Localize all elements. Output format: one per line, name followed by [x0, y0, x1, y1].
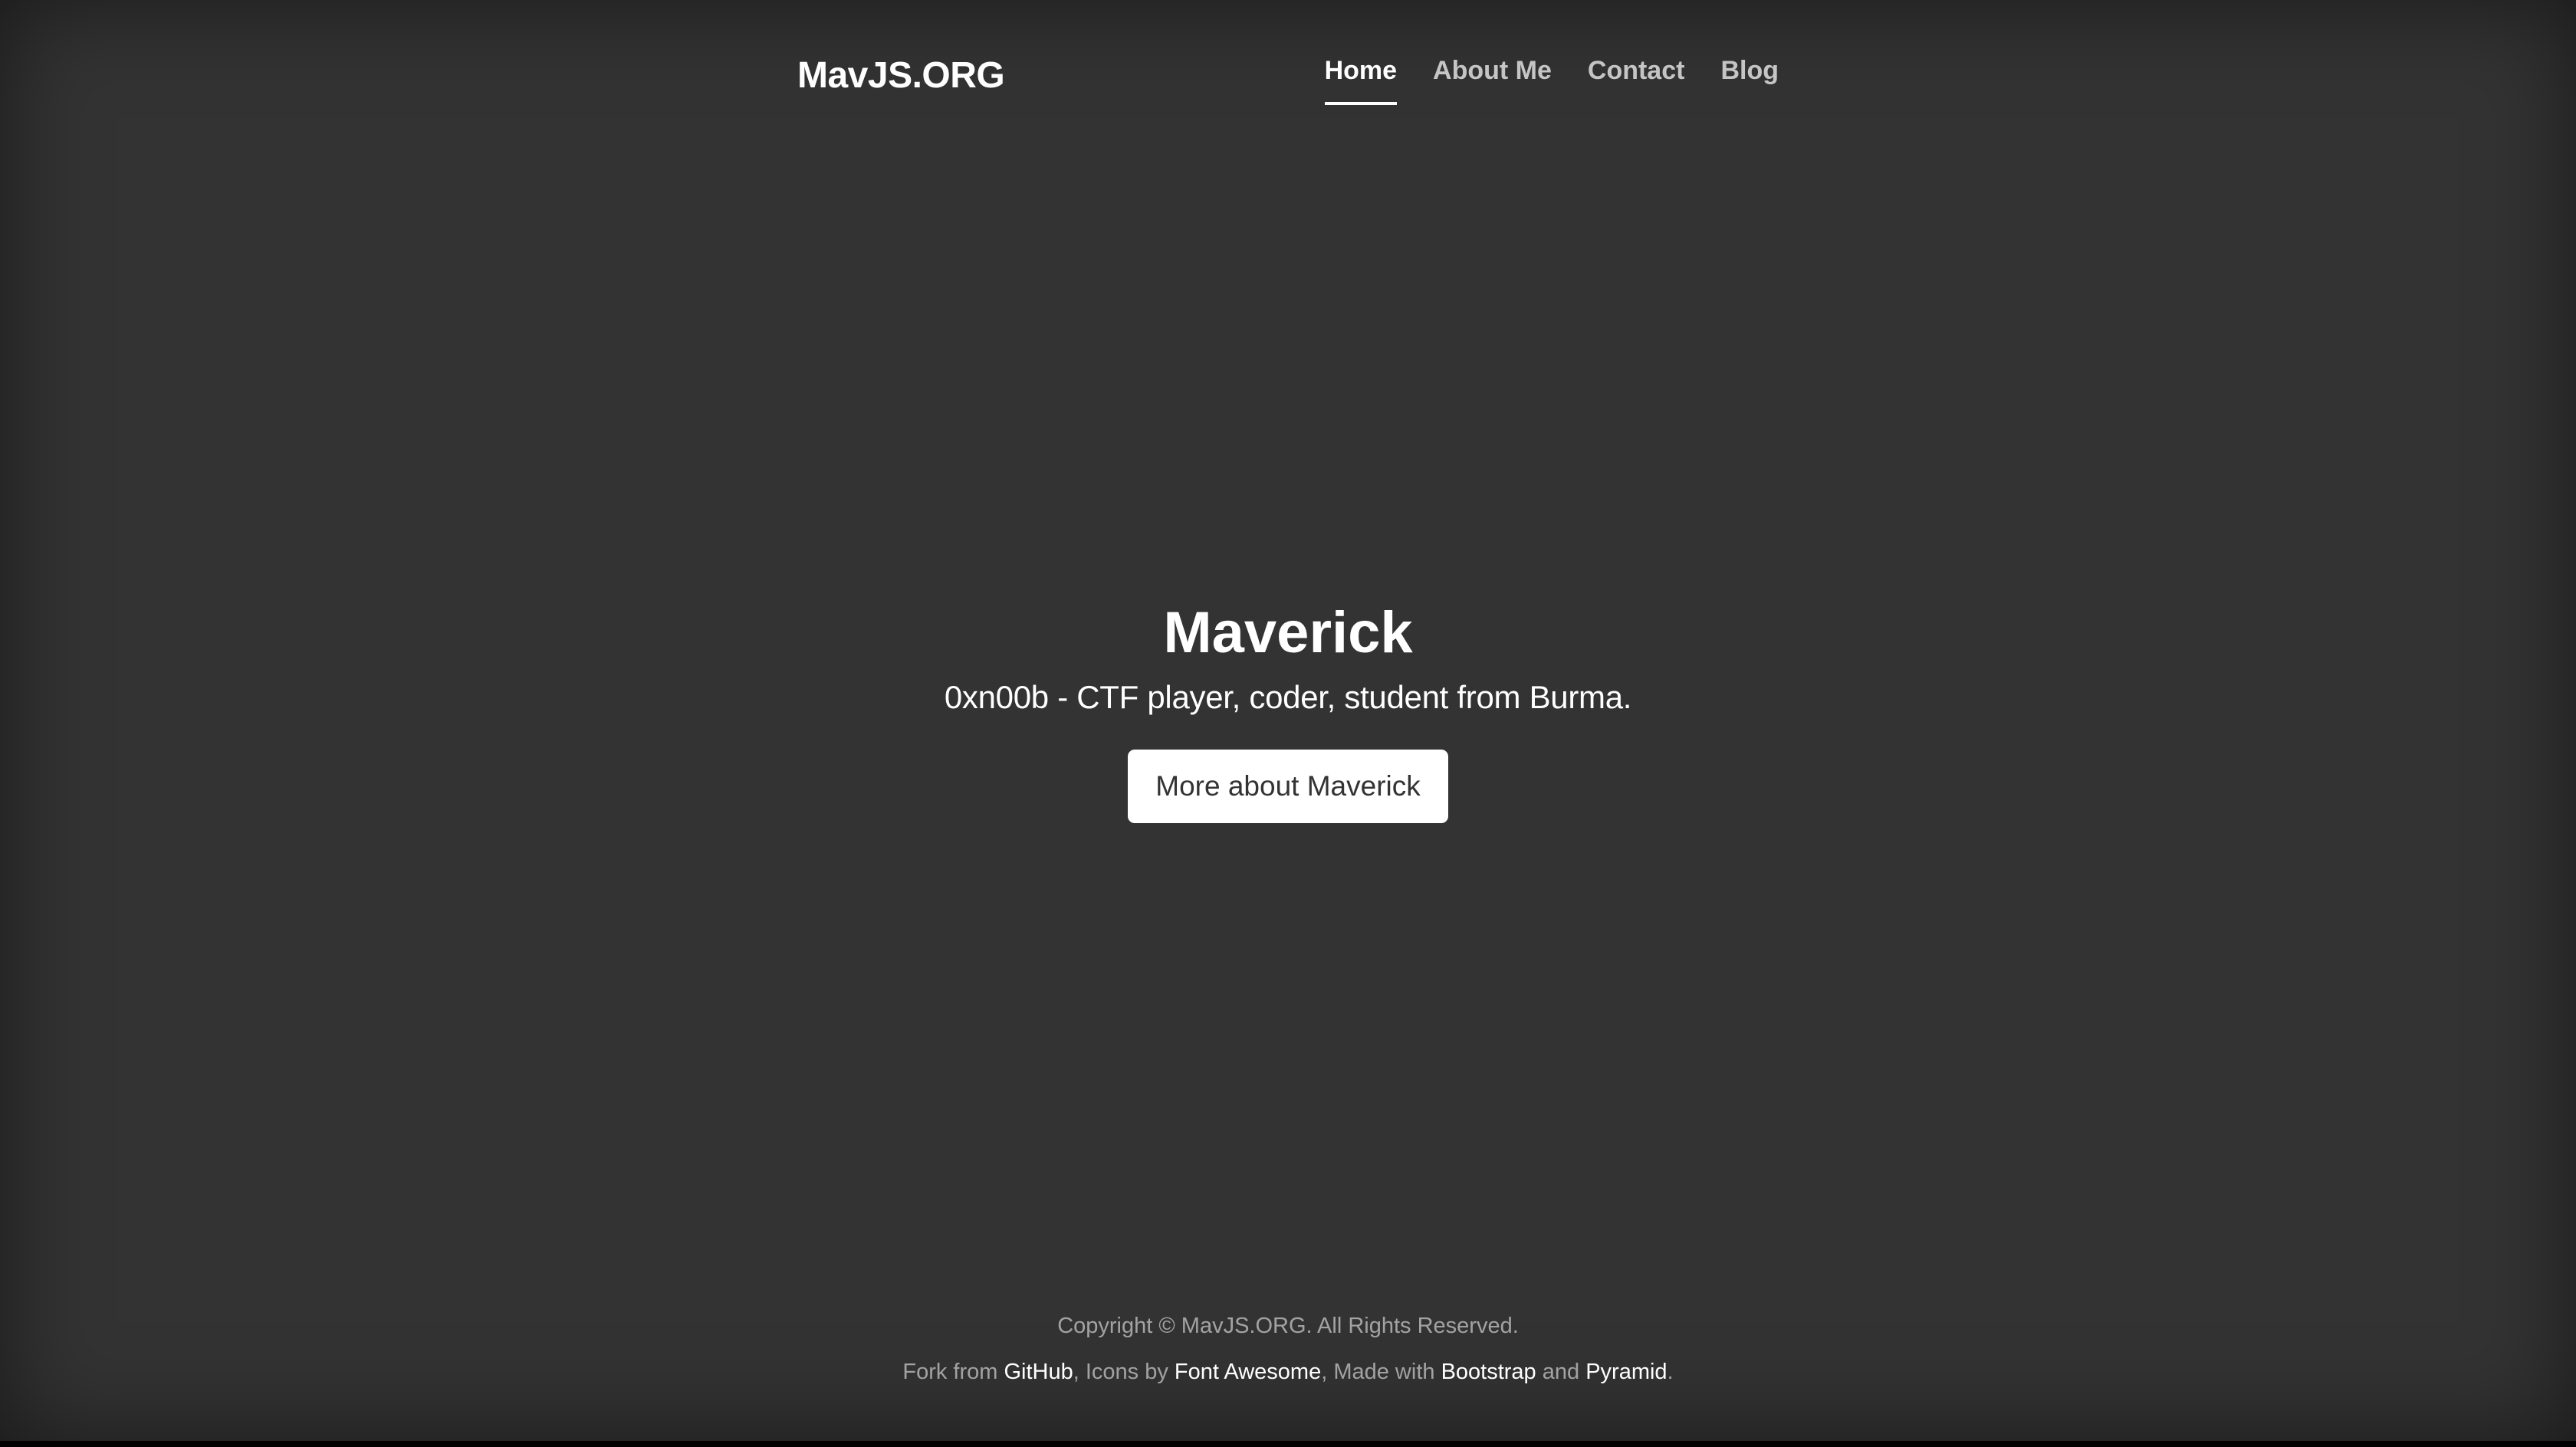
nav-link-blog[interactable]: Blog: [1720, 55, 1779, 105]
nav-link-contact[interactable]: Contact: [1588, 55, 1685, 105]
main-nav: Home About Me Contact Blog: [1289, 55, 1779, 105]
more-about-button[interactable]: More about Maverick: [1128, 749, 1448, 824]
pyramid-link[interactable]: Pyramid: [1585, 1360, 1667, 1384]
credits-sep-and: and: [1536, 1360, 1586, 1384]
credits-sep-made: , Made with: [1321, 1360, 1441, 1384]
font-awesome-link[interactable]: Font Awesome: [1175, 1360, 1321, 1384]
masthead: MavJS.ORG Home About Me Contact Blog: [797, 46, 1779, 115]
nav-link-home[interactable]: Home: [1324, 55, 1398, 105]
hero-section: Maverick 0xn00b - CTF player, coder, stu…: [0, 598, 2576, 824]
credits-prefix: Fork from: [902, 1360, 1004, 1384]
hero-subtitle: 0xn00b - CTF player, coder, student from…: [944, 679, 1632, 716]
hero-title: Maverick: [1163, 600, 1413, 665]
page-footer: Copyright © MavJS.ORG. All Rights Reserv…: [0, 1303, 2576, 1395]
copyright-text: Copyright © MavJS.ORG. All Rights Reserv…: [1057, 1314, 1519, 1338]
credits-suffix: .: [1667, 1360, 1674, 1384]
bootstrap-link[interactable]: Bootstrap: [1441, 1360, 1536, 1384]
credits-line: Fork from GitHub, Icons by Font Awesome,…: [0, 1349, 2576, 1395]
nav-link-about-me[interactable]: About Me: [1433, 55, 1552, 105]
github-link[interactable]: GitHub: [1004, 1360, 1073, 1384]
site-brand-link[interactable]: MavJS.ORG: [797, 54, 1005, 98]
bottom-edge: [0, 1441, 2576, 1447]
credits-sep-icons: , Icons by: [1073, 1360, 1175, 1384]
